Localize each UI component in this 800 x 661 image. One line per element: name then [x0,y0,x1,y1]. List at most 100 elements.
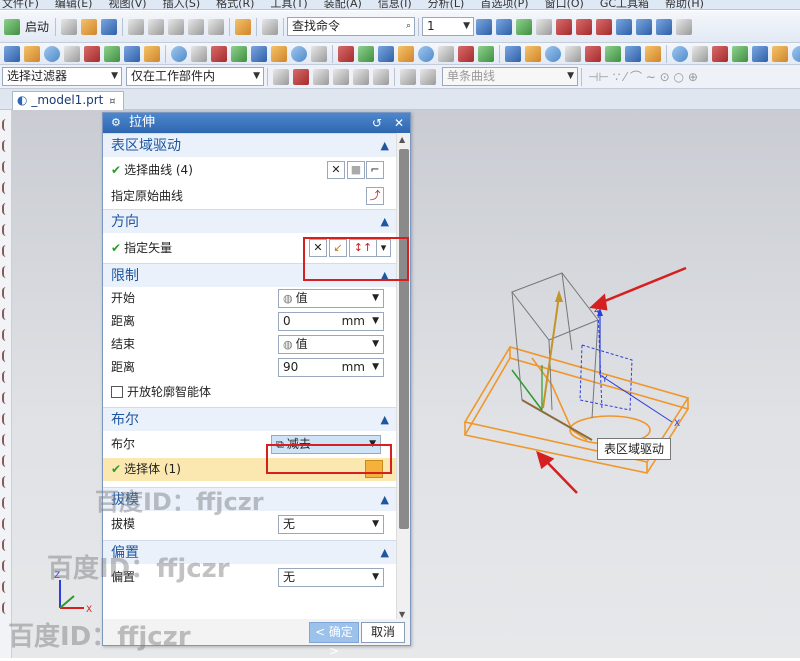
ruled-icon[interactable] [692,45,708,62]
ok-button[interactable]: < 确定 > [309,622,359,658]
general-selection-icon[interactable] [273,68,289,85]
resource-bar-tool-icon[interactable] [2,161,10,173]
section-icon[interactable]: ■ [347,161,365,179]
collapse-caret-icon[interactable]: ▲ [381,488,389,512]
layer-settings-icon[interactable] [476,18,493,35]
sew-icon[interactable] [565,45,581,62]
copy-icon[interactable] [148,18,165,35]
groove-icon[interactable] [251,45,267,62]
thicken-icon[interactable] [418,45,434,62]
curve-select-icon[interactable]: ⤴ [366,187,384,205]
resource-bar-tool-icon[interactable] [2,602,10,614]
work-layer-select[interactable]: 1 ▼ [422,17,475,36]
start-select[interactable]: ◍ 值 ▼ [278,289,384,308]
dialog-scrollbar[interactable]: ▲ ▼ [396,133,410,621]
boss-icon[interactable] [171,45,187,62]
tab-model1-prt[interactable]: ◐ _model1.prt ¤ × [12,91,124,125]
redo-icon[interactable] [208,18,225,35]
cancel-button[interactable]: 取消 [361,622,405,643]
wave-link-icon[interactable] [625,45,641,62]
select-all-icon[interactable] [313,68,329,85]
open-profile-row[interactable]: 开放轮廓智能体 [103,379,397,405]
gear-icon[interactable]: ⚙ [111,116,121,129]
menu-item[interactable]: GC工具箱 [598,0,649,9]
resource-bar-tool-icon[interactable] [2,371,10,383]
curve-rule-select[interactable]: 单条曲线 ▼ [442,67,578,86]
resource-bar-tool-icon[interactable] [2,203,10,215]
datum-plane-icon[interactable] [676,18,693,35]
resource-bar-tool-icon[interactable] [2,119,10,131]
offset-select[interactable]: 无 ▼ [278,568,384,587]
wcs-dynamic-icon[interactable] [556,18,573,35]
menu-item[interactable]: 窗口(O) [543,0,584,9]
filter-body-icon[interactable] [400,68,416,85]
sketch-section-icon[interactable]: ⌐ [366,161,384,179]
selection-mode-icon[interactable] [353,68,369,85]
shell-icon[interactable] [378,45,394,62]
scroll-up-icon[interactable]: ▲ [399,135,405,144]
resource-bar-tool-icon[interactable] [2,287,10,299]
copy-to-layer-icon[interactable] [516,18,533,35]
original-curve-row[interactable]: 指定原始曲线 ⤴ [103,183,397,209]
resource-bar-tool-icon[interactable] [2,434,10,446]
menu-item[interactable]: 文件(F) [0,0,39,9]
wcs-display-icon[interactable] [616,18,633,35]
intersect-icon[interactable] [311,45,327,62]
menu-item[interactable]: 首选项(P) [478,0,528,9]
save-icon[interactable] [101,18,118,35]
block-icon[interactable] [24,45,40,62]
unite-icon[interactable] [271,45,287,62]
wcs-save-icon[interactable] [636,18,653,35]
cone-icon[interactable] [64,45,80,62]
resource-bar-tool-icon[interactable] [2,308,10,320]
command-search-input[interactable]: 查找命令 ⌕ [287,17,416,36]
draft-select[interactable]: 无 ▼ [278,515,384,534]
feature-selection-icon[interactable] [293,68,309,85]
scroll-down-icon[interactable]: ▼ [399,610,405,619]
slot-icon[interactable] [231,45,247,62]
menu-item[interactable]: 编辑(E) [53,0,93,9]
snap-point-icons[interactable]: ⊣⊢ ∵ ⁄ ⌒ ∼ ⊙ ○ ⊕ [588,68,698,85]
extract-icon[interactable] [605,45,621,62]
resource-bar-tool-icon[interactable] [2,350,10,362]
scrollbar-thumb[interactable] [399,149,409,529]
resource-bar-tool-icon[interactable] [2,581,10,593]
paste-icon[interactable] [168,18,185,35]
section-direction[interactable]: 方向 ▲ [103,209,397,233]
resource-bar-tool-icon[interactable] [2,413,10,425]
repeat-command-icon[interactable] [235,18,252,35]
selection-scope-select[interactable]: 仅在工作部件内 ▼ [126,67,264,86]
swept-icon[interactable] [732,45,748,62]
mirror-icon[interactable] [505,45,521,62]
cut-icon[interactable] [128,18,145,35]
resource-bar-tool-icon[interactable] [2,539,10,551]
split-body-icon[interactable] [458,45,474,62]
extrude-icon[interactable] [104,45,120,62]
menu-item[interactable]: 格式(R) [214,0,254,9]
end-select[interactable]: ◍ 值 ▼ [278,335,384,354]
deselect-all-icon[interactable] [333,68,349,85]
trim-body-icon[interactable] [438,45,454,62]
move-to-layer-icon[interactable] [496,18,513,35]
text-icon[interactable] [772,45,788,62]
draft-icon[interactable] [398,45,414,62]
new-file-icon[interactable] [61,18,78,35]
resource-bar-tool-icon[interactable] [2,329,10,341]
wcs-orient-icon[interactable] [596,18,613,35]
distance-end-input[interactable]: 90 mm ▼ [278,358,384,377]
menu-item[interactable]: 帮助(H) [663,0,704,9]
scale-body-icon[interactable] [545,45,561,62]
reset-icon[interactable]: ↺ [372,116,382,130]
undo-icon[interactable] [188,18,205,35]
menu-item[interactable]: 工具(T) [268,0,307,9]
resource-bar-tool-icon[interactable] [2,224,10,236]
menu-item[interactable]: 分析(L) [426,0,465,9]
hole-icon[interactable] [144,45,160,62]
resource-bar-tool-icon[interactable] [2,518,10,530]
wcs-rotate-icon[interactable] [576,18,593,35]
section-boolean[interactable]: 布尔 ▲ [103,407,397,431]
cylinder-icon[interactable] [44,45,60,62]
resource-bar-tool-icon[interactable] [2,266,10,278]
type-filter-select[interactable]: 选择过滤器 ▼ [2,67,122,86]
promote-icon[interactable] [645,45,661,62]
